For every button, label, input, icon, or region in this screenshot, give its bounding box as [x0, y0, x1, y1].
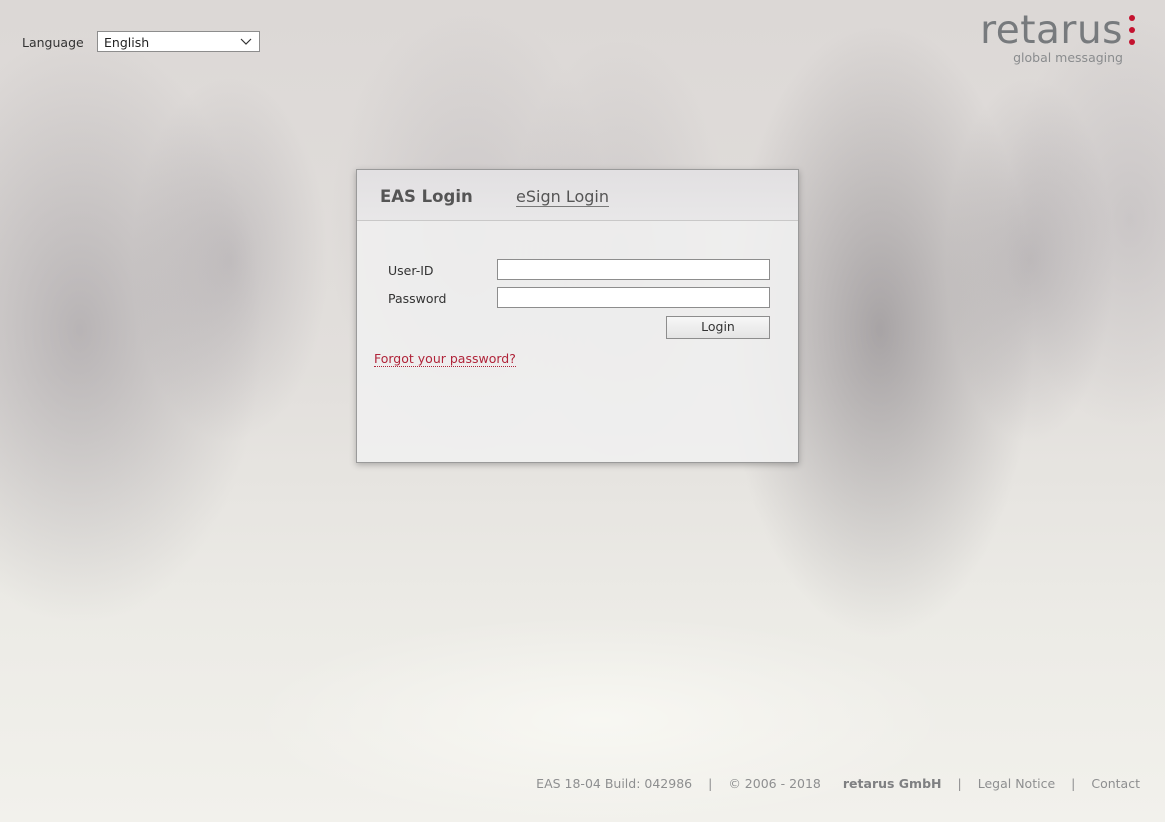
- language-label: Language: [22, 35, 84, 50]
- footer-separator: |: [1071, 776, 1076, 791]
- forgot-password-link[interactable]: Forgot your password?: [374, 351, 516, 367]
- language-select[interactable]: English: [97, 31, 260, 52]
- chevron-down-icon: [240, 38, 252, 45]
- tab-eas-login[interactable]: EAS Login: [380, 187, 473, 206]
- logo-wordmark: retarus: [980, 8, 1123, 53]
- footer: EAS 18-04 Build: 042986 | © 2006 - 2018 ret…: [536, 776, 1140, 791]
- footer-separator: |: [708, 776, 713, 791]
- logo-dots-icon: [1127, 15, 1137, 49]
- copyright: © 2006 - 2018: [728, 776, 821, 791]
- legal-notice-link[interactable]: Legal Notice: [978, 776, 1055, 791]
- password-label: Password: [388, 291, 447, 306]
- company-name: retarus GmbH: [842, 776, 942, 791]
- password-input[interactable]: [497, 287, 770, 308]
- tab-esign-login[interactable]: eSign Login: [516, 187, 609, 207]
- userid-input[interactable]: [497, 259, 770, 280]
- build-info: EAS 18-04 Build: 042986: [536, 776, 693, 791]
- language-select-value: English: [104, 35, 150, 50]
- userid-label: User-ID: [388, 263, 434, 278]
- footer-separator: |: [957, 776, 962, 791]
- login-panel: EAS Login eSign Login User-ID Password L…: [356, 169, 799, 463]
- login-button[interactable]: Login: [666, 316, 770, 339]
- retarus-logo: retarus global messaging: [980, 10, 1137, 65]
- login-tabs: EAS Login eSign Login: [357, 170, 798, 221]
- contact-link[interactable]: Contact: [1091, 776, 1140, 791]
